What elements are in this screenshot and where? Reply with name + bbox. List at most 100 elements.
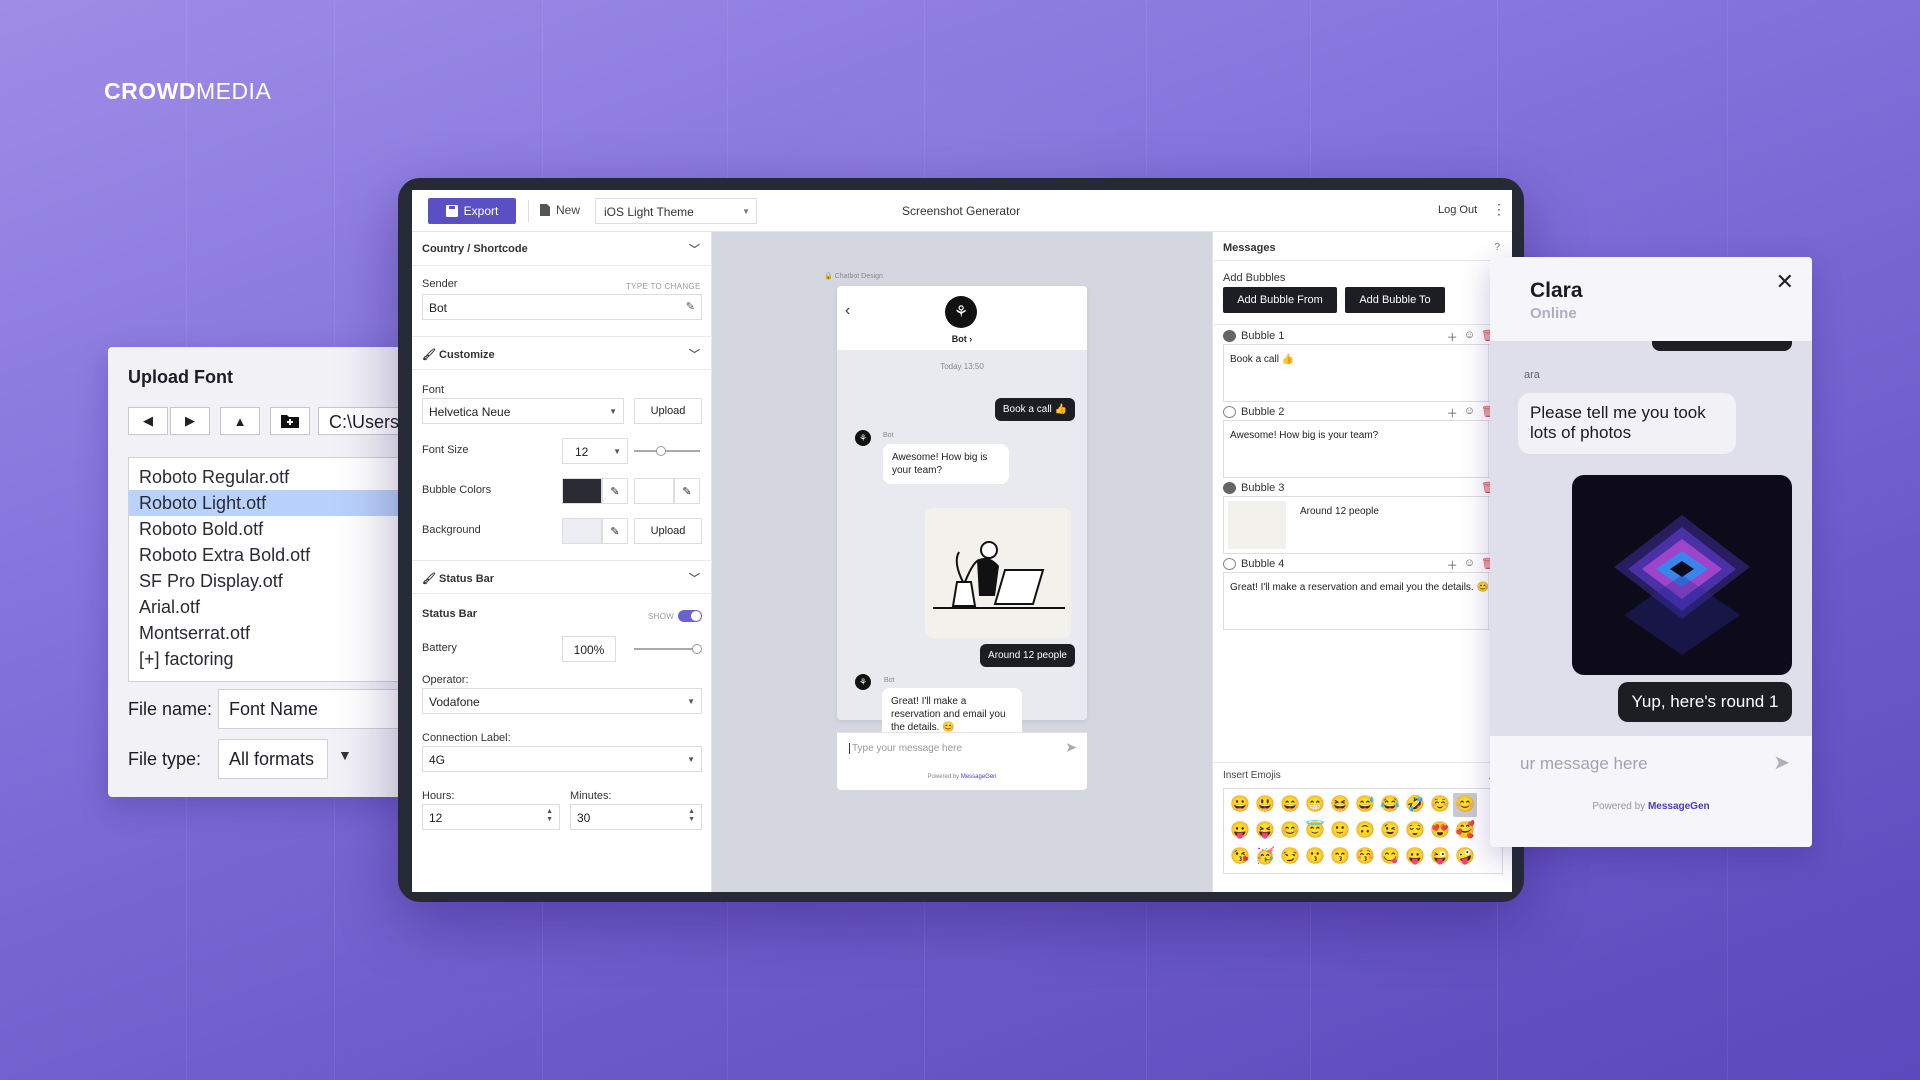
battery-slider[interactable] <box>634 644 702 654</box>
customize-section-header[interactable]: 🖌 Customize ﹀ <box>412 336 712 370</box>
file-list-item[interactable]: Roboto Regular.otf <box>129 464 418 490</box>
emoji-option[interactable]: 😗 <box>1303 845 1327 869</box>
emoji-option[interactable]: 😋 <box>1378 845 1402 869</box>
connection-select[interactable]: 4G ▼ <box>422 746 702 772</box>
emoji-option[interactable]: 🤪 <box>1453 845 1477 869</box>
add-icon[interactable]: ＋ <box>1447 329 1458 345</box>
add-bubble-to-button[interactable]: Add Bubble To <box>1345 287 1445 313</box>
emoji-option[interactable]: 😏 <box>1278 845 1302 869</box>
emoji-option[interactable]: 🤨 <box>1228 871 1252 873</box>
file-list-item[interactable]: [+] factoring <box>129 646 418 672</box>
emoji-option[interactable]: 😊 <box>1278 819 1302 843</box>
file-list-item[interactable]: Arial.otf <box>129 594 418 620</box>
bubble-textarea[interactable]: Book a call 👍▲▼ <box>1223 344 1503 402</box>
emoji-option[interactable]: 😂 <box>1378 793 1402 817</box>
help-icon[interactable]: ? <box>1494 242 1500 253</box>
emoji-option[interactable]: 😊 <box>1453 793 1477 817</box>
bubble-color-swatch-light[interactable] <box>634 478 674 504</box>
background-swatch[interactable] <box>562 518 602 544</box>
emoji-option[interactable]: 😃 <box>1253 793 1277 817</box>
emoji-option[interactable]: 😉 <box>1378 819 1402 843</box>
stepper-icon[interactable]: ▲ ▼ <box>688 808 695 824</box>
emoji-icon[interactable]: ☺ <box>1464 405 1475 421</box>
emoji-option[interactable]: 😄 <box>1278 793 1302 817</box>
hours-input[interactable]: 12 ▲ ▼ <box>422 804 560 830</box>
pencil-icon[interactable]: ✎ <box>674 478 700 504</box>
emoji-option[interactable]: 🥰 <box>1453 819 1477 843</box>
new-button[interactable]: New <box>540 203 580 217</box>
logout-button[interactable]: Log Out <box>1438 204 1477 216</box>
file-name-input[interactable]: Font Name <box>218 689 418 729</box>
emoji-option[interactable]: 😘 <box>1228 845 1252 869</box>
send-icon[interactable]: ➤ <box>1773 750 1790 775</box>
minutes-input[interactable]: 30 ▲ ▼ <box>570 804 702 830</box>
file-list-item[interactable]: Montserrat.otf <box>129 620 418 646</box>
font-select[interactable]: Helvetica Neue ▼ <box>422 398 624 424</box>
file-list-item[interactable]: SF Pro Display.otf <box>129 568 418 594</box>
bubble-textarea[interactable]: Great! I'll make a reservation and email… <box>1223 572 1503 630</box>
emoji-icon[interactable]: ☺ <box>1464 329 1475 345</box>
status-bar-toggle[interactable] <box>678 610 702 622</box>
emoji-option[interactable]: 😚 <box>1353 845 1377 869</box>
dropdown-arrow-icon[interactable]: ▼ <box>338 747 352 763</box>
bot-name[interactable]: Bot › <box>837 334 1087 344</box>
emoji-option[interactable]: 😅 <box>1353 793 1377 817</box>
emoji-option[interactable]: 🤣 <box>1403 793 1427 817</box>
font-size-select[interactable]: 12 ▼ <box>562 438 628 464</box>
add-icon[interactable]: ＋ <box>1447 405 1458 421</box>
emoji-option[interactable]: 😛 <box>1228 819 1252 843</box>
emoji-option[interactable]: 😔 <box>1253 871 1277 873</box>
pencil-icon[interactable]: ✎ <box>602 478 628 504</box>
battery-input[interactable]: 100% <box>562 636 616 662</box>
file-type-select[interactable]: All formats <box>218 739 328 779</box>
emoji-option[interactable]: 🙂 <box>1328 819 1352 843</box>
up-folder-button[interactable]: ▲ <box>220 407 260 435</box>
back-button[interactable]: ◀ <box>128 407 168 435</box>
emoji-option[interactable]: 😇 <box>1303 819 1327 843</box>
add-bubble-from-button[interactable]: Add Bubble From <box>1223 287 1337 313</box>
new-folder-button[interactable] <box>270 407 310 435</box>
message-input[interactable]: Type your message here <box>849 743 962 754</box>
operator-select[interactable]: Vodafone ▼ <box>422 688 702 714</box>
more-menu-icon[interactable]: ⋮ <box>1492 201 1506 218</box>
emoji-option[interactable]: 😝 <box>1253 819 1277 843</box>
emoji-option[interactable]: 😜 <box>1428 845 1452 869</box>
emoji-option[interactable]: ☺️ <box>1428 793 1452 817</box>
add-icon[interactable]: ＋ <box>1447 557 1458 573</box>
emoji-option[interactable]: 😛 <box>1403 845 1427 869</box>
file-list-item[interactable]: Roboto Light.otf <box>129 490 418 516</box>
file-list-item[interactable]: Roboto Bold.otf <box>129 516 418 542</box>
message-input[interactable]: ur message here <box>1520 754 1648 774</box>
file-list-item[interactable]: Roboto Extra Bold.otf <box>129 542 418 568</box>
close-icon[interactable]: ✕ <box>1776 269 1794 295</box>
country-section-header[interactable]: Country / Shortcode ﹀ <box>412 232 712 266</box>
emoji-option[interactable]: 😁 <box>1303 793 1327 817</box>
bubble-textarea[interactable]: Awesome! How big is your team?▲▼ <box>1223 420 1503 478</box>
emoji-option[interactable]: 😣 <box>1278 871 1302 873</box>
status-bar-section-header[interactable]: 🖌 Status Bar ﹀ <box>412 560 712 594</box>
emoji-option[interactable]: 😙 <box>1328 845 1352 869</box>
back-chevron-icon[interactable]: ‹ <box>845 302 850 320</box>
emoji-option[interactable]: 🙃 <box>1353 819 1377 843</box>
font-upload-button[interactable]: Upload <box>634 398 702 424</box>
stepper-icon[interactable]: ▲ ▼ <box>546 808 553 824</box>
slider-knob[interactable] <box>692 644 702 654</box>
slider-knob[interactable] <box>656 446 666 456</box>
emoji-option[interactable]: 🥳 <box>1253 845 1277 869</box>
sender-input[interactable]: Bot ✎ <box>422 294 702 320</box>
theme-select[interactable]: iOS Light Theme ▼ <box>595 198 757 224</box>
bubble-color-swatch-dark[interactable] <box>562 478 602 504</box>
export-button[interactable]: Export <box>428 198 516 224</box>
emoji-option[interactable]: 😀 <box>1228 793 1252 817</box>
pencil-icon[interactable]: ✎ <box>602 518 628 544</box>
background-upload-button[interactable]: Upload <box>634 518 702 544</box>
emoji-icon[interactable]: ☺ <box>1464 557 1475 573</box>
font-size-slider[interactable] <box>634 446 700 456</box>
bubble-textarea[interactable]: Around 12 people▲▼ <box>1223 496 1503 554</box>
emoji-option[interactable]: 😌 <box>1403 819 1427 843</box>
send-icon[interactable]: ➤ <box>1065 739 1077 756</box>
forward-button[interactable]: ▶ <box>170 407 210 435</box>
emoji-option[interactable]: 😍 <box>1428 819 1452 843</box>
dropdown-caret-icon: ▼ <box>613 447 621 456</box>
emoji-option[interactable]: 😆 <box>1328 793 1352 817</box>
